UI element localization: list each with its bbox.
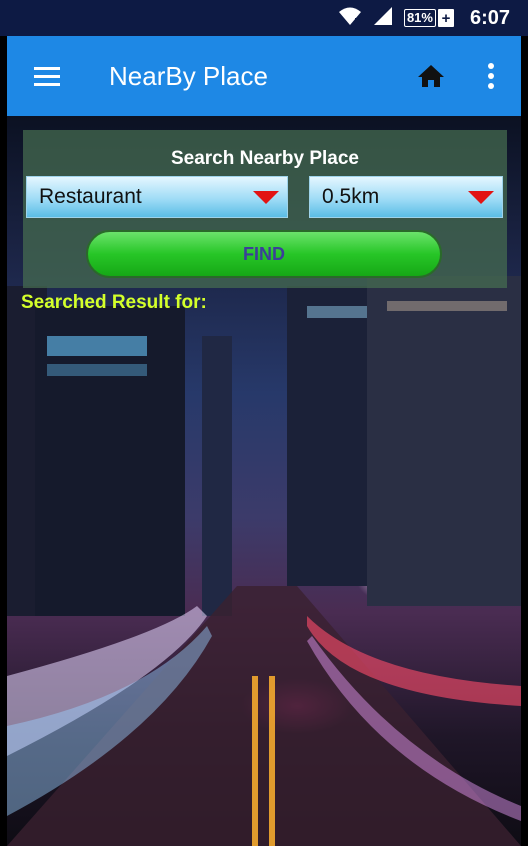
home-icon <box>418 65 444 87</box>
clock: 6:07 <box>469 6 510 29</box>
main-content: Search Nearby Place Restaurant 0.5km FIN… <box>7 116 521 846</box>
home-button[interactable] <box>401 36 461 116</box>
find-button[interactable]: FIND <box>86 230 442 278</box>
search-panel-title: Search Nearby Place <box>170 148 359 169</box>
battery-level: 81% <box>403 9 436 27</box>
place-type-value: Restaurant <box>39 185 142 208</box>
app-title: NearBy Place <box>109 60 268 91</box>
menu-button[interactable] <box>7 36 87 116</box>
search-panel: Search Nearby Place Restaurant 0.5km FIN… <box>23 130 507 288</box>
dropdown-arrow-icon <box>253 191 279 204</box>
wifi-icon <box>338 6 362 31</box>
radius-dropdown[interactable]: 0.5km <box>309 176 503 218</box>
status-bar: 81% + 6:07 <box>0 0 528 36</box>
menu-icon <box>34 67 60 86</box>
searched-result-label: Searched Result for: <box>21 292 207 313</box>
more-vert-icon <box>488 63 494 89</box>
battery-charging-icon: 81% + <box>403 9 454 27</box>
charging-plus-icon: + <box>437 9 454 27</box>
more-options-button[interactable] <box>461 36 521 116</box>
dropdown-arrow-icon <box>468 191 494 204</box>
app-bar: NearBy Place <box>7 36 521 116</box>
radius-value: 0.5km <box>322 185 380 208</box>
place-type-dropdown[interactable]: Restaurant <box>26 176 288 218</box>
signal-icon <box>372 6 394 31</box>
